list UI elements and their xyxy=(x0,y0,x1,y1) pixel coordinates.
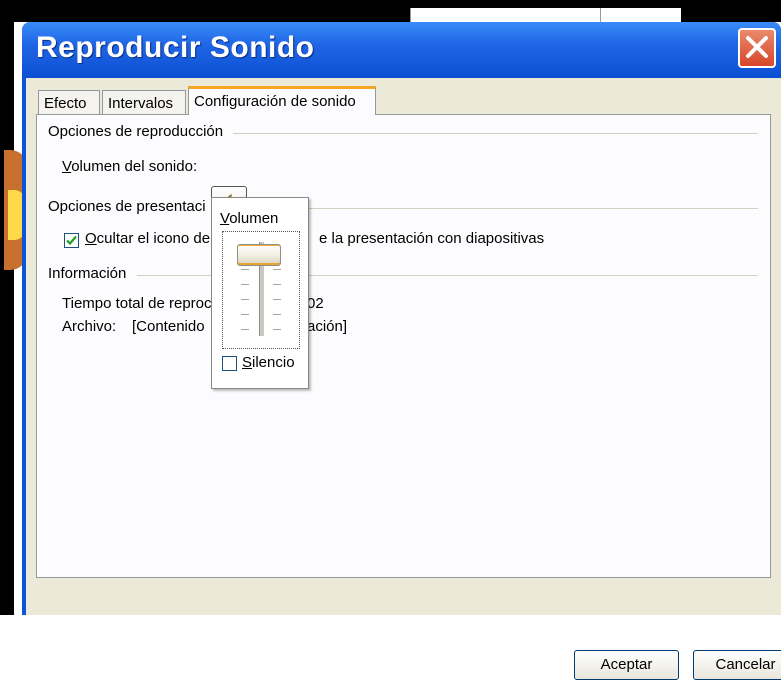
slider-tick xyxy=(273,314,281,315)
background-left xyxy=(0,0,14,615)
close-icon xyxy=(746,36,768,58)
mute-label[interactable]: Silencio xyxy=(242,354,295,371)
hide-icon-checkbox[interactable] xyxy=(64,233,79,248)
total-time-value: 02 xyxy=(307,295,324,312)
volume-popup-title-accel: V xyxy=(220,210,230,227)
volume-label: Volumen del sonido: xyxy=(62,158,197,175)
volume-popup: Volumen Silencio xyxy=(211,197,309,389)
mute-label-accel: S xyxy=(242,354,253,371)
dialog-body: Efecto Intervalos Configuración de sonid… xyxy=(26,78,781,680)
slider-tick xyxy=(273,284,281,285)
group-title-playback: Opciones de reproducción xyxy=(48,123,224,140)
tab-configuracion-sonido[interactable]: Configuración de sonido xyxy=(188,86,376,115)
hide-icon-label-text: cultar el icono de xyxy=(96,230,211,247)
window-title: Reproducir Sonido xyxy=(36,31,315,64)
group-divider xyxy=(307,208,758,209)
tab-panel: Opciones de reproducción Volumen del son… xyxy=(36,114,771,578)
volume-label-accel: V xyxy=(62,158,72,175)
volume-slider-thumb[interactable] xyxy=(237,244,281,266)
slider-tick xyxy=(241,329,249,330)
volume-popup-title-text: olumen xyxy=(229,210,279,227)
slider-tick xyxy=(241,299,249,300)
hide-icon-label-accel: O xyxy=(85,230,97,247)
volume-label-text: olumen del sonido: xyxy=(71,158,198,175)
slider-tick xyxy=(273,269,281,270)
slider-tick xyxy=(241,269,249,270)
close-button[interactable] xyxy=(738,28,776,68)
dialog-window: Reproducir Sonido Efecto Intervalos Conf… xyxy=(22,22,781,680)
hide-icon-label-continued: e la presentación con diapositivas xyxy=(319,230,545,247)
slider-tick xyxy=(241,314,249,315)
volume-slider[interactable] xyxy=(222,231,300,349)
cancel-button[interactable]: Cancelar xyxy=(693,650,781,680)
group-title-presentation: Opciones de presentaci xyxy=(48,198,206,215)
slider-tick xyxy=(273,299,281,300)
tab-intervalos[interactable]: Intervalos xyxy=(102,90,186,114)
group-title-information: Información xyxy=(48,265,127,282)
group-divider xyxy=(233,133,758,134)
total-time-label: Tiempo total de reproc xyxy=(62,295,212,312)
title-bar[interactable]: Reproducir Sonido xyxy=(22,22,781,78)
checkmark-icon xyxy=(66,235,77,246)
ok-button[interactable]: Aceptar xyxy=(574,650,679,680)
file-value-continued: ación] xyxy=(307,318,348,335)
slider-tick xyxy=(273,329,281,330)
volume-popup-title: Volumen xyxy=(220,210,278,227)
file-value: [Contenido xyxy=(132,318,205,335)
mute-checkbox[interactable] xyxy=(222,356,237,371)
mute-label-text: ilencio xyxy=(252,354,295,371)
hide-icon-label[interactable]: Ocultar el icono de xyxy=(85,230,210,247)
file-label: Archivo: xyxy=(62,318,117,335)
tab-efecto[interactable]: Efecto xyxy=(38,90,100,114)
slider-tick xyxy=(241,284,249,285)
